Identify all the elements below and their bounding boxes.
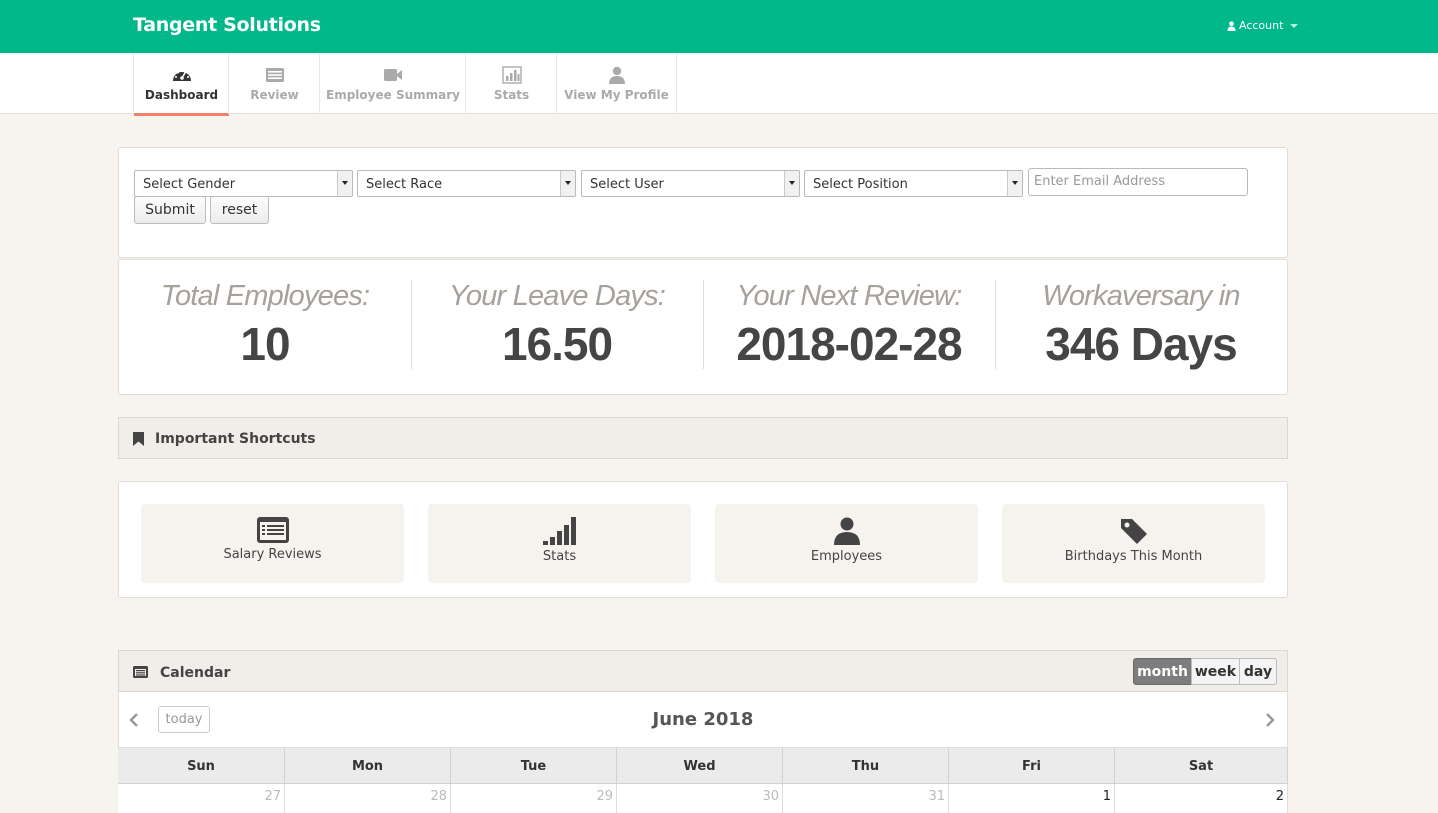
stat-label: Your Next Review: — [736, 280, 963, 312]
shortcuts-title: Important Shortcuts — [155, 431, 316, 447]
day-cell[interactable]: 30 — [617, 784, 783, 813]
shortcut-label: Stats — [542, 549, 577, 564]
chevron-right-icon[interactable] — [1265, 712, 1275, 728]
dropdown-arrow-icon — [337, 171, 352, 196]
weekday-header: Tue — [451, 748, 617, 784]
stat-value: 2018-02-28 — [736, 318, 962, 370]
caret-down-icon — [1290, 23, 1299, 28]
day-cell[interactable]: 1 — [949, 784, 1115, 813]
tab-label: View My Profile — [564, 88, 669, 102]
top-navbar: Tangent Solutions Account — [0, 0, 1438, 53]
calendar-grid: Sun Mon Tue Wed Thu Fri Sat 27 28 29 30 … — [118, 747, 1288, 813]
account-menu[interactable]: Account — [1227, 19, 1299, 32]
day-cell[interactable]: 27 — [118, 784, 285, 813]
calendar-list-icon — [133, 666, 148, 678]
shortcuts-header: Important Shortcuts — [118, 417, 1288, 459]
shortcut-label: Salary Reviews — [223, 547, 322, 562]
tag-icon — [1120, 519, 1147, 544]
user-icon — [833, 517, 860, 545]
gender-select[interactable]: Select Gender — [134, 170, 353, 197]
filter-panel: Select Gender Select Race Select User Se… — [118, 147, 1288, 258]
select-value: Select User — [590, 177, 664, 192]
stat-next-review: Your Next Review: 2018-02-28 — [703, 280, 995, 370]
dashboard-icon — [172, 69, 191, 81]
view-day-button[interactable]: day — [1239, 658, 1277, 685]
day-cell[interactable]: 29 — [451, 784, 617, 813]
day-cell[interactable]: 2 — [1115, 784, 1288, 813]
stat-value: 10 — [240, 318, 290, 370]
bookmark-icon — [133, 432, 144, 446]
shortcut-salary-reviews[interactable]: Salary Reviews — [141, 504, 404, 583]
select-value: Select Gender — [143, 177, 236, 192]
stat-label: Total Employees: — [160, 280, 370, 312]
race-select[interactable]: Select Race — [357, 170, 576, 197]
view-month-button[interactable]: month — [1133, 658, 1192, 685]
select-value: Select Race — [366, 177, 443, 192]
stat-workaversary: Workaversary in 346 Days — [995, 280, 1287, 370]
reset-button[interactable]: reset — [210, 196, 269, 224]
day-cell[interactable]: 31 — [783, 784, 949, 813]
stat-value: 346 Days — [1045, 318, 1238, 370]
stats-panel: Total Employees: 10 Your Leave Days: 16.… — [118, 259, 1288, 395]
brand-logo[interactable]: Tangent Solutions — [133, 14, 321, 36]
select-value: Select Position — [813, 177, 908, 192]
calendar-title: Calendar — [160, 665, 231, 681]
stat-value: 16.50 — [501, 318, 613, 370]
shortcuts-panel: Salary Reviews Stats Employees Birthdays… — [118, 481, 1288, 598]
tab-stats[interactable]: Stats — [465, 53, 557, 114]
email-placeholder: Enter Email Address — [1034, 174, 1165, 189]
tab-label: Review — [250, 88, 299, 102]
stat-leave-days: Your Leave Days: 16.50 — [411, 280, 703, 370]
stat-total-employees: Total Employees: 10 — [119, 280, 411, 370]
weekday-header: Sun — [118, 748, 285, 784]
tab-review[interactable]: Review — [228, 53, 320, 114]
calendar-toolbar: today June 2018 — [118, 692, 1288, 748]
list-icon — [265, 68, 284, 82]
month-title: June 2018 — [652, 709, 754, 730]
tab-view-my-profile[interactable]: View My Profile — [556, 53, 677, 114]
day-cell[interactable]: 28 — [285, 784, 451, 813]
dropdown-arrow-icon — [1007, 171, 1022, 196]
bar-chart-icon — [501, 66, 522, 84]
weekday-header: Sat — [1115, 748, 1288, 784]
stat-label: Workaversary in — [1042, 280, 1240, 312]
submit-button[interactable]: Submit — [134, 196, 206, 224]
shortcut-employees[interactable]: Employees — [715, 504, 978, 583]
stat-label: Your Leave Days: — [448, 280, 666, 312]
video-camera-icon — [384, 69, 402, 81]
main-nav: Dashboard Review Employee Summary Stats … — [0, 53, 1438, 116]
calendar-header: Calendar month week day — [118, 650, 1288, 692]
position-select[interactable]: Select Position — [804, 170, 1023, 197]
weekday-header: Thu — [783, 748, 949, 784]
signal-icon — [542, 517, 576, 545]
tab-label: Stats — [493, 88, 530, 102]
shortcut-label: Employees — [810, 549, 883, 564]
weekday-header: Wed — [617, 748, 783, 784]
tab-dashboard[interactable]: Dashboard — [133, 53, 229, 116]
dropdown-arrow-icon — [560, 171, 575, 196]
email-field[interactable]: Enter Email Address — [1028, 168, 1248, 196]
weekday-header: Mon — [285, 748, 451, 784]
tab-label: Dashboard — [144, 88, 219, 102]
shortcut-birthdays[interactable]: Birthdays This Month — [1002, 504, 1265, 583]
tab-employee-summary[interactable]: Employee Summary — [319, 53, 466, 114]
list-alt-icon — [256, 517, 289, 543]
account-label: Account — [1239, 19, 1284, 32]
dropdown-arrow-icon — [784, 171, 799, 196]
user-icon — [608, 66, 625, 84]
tab-label: Employee Summary — [326, 88, 460, 102]
shortcut-stats[interactable]: Stats — [428, 504, 691, 583]
weekday-header: Fri — [949, 748, 1115, 784]
user-icon — [1227, 20, 1236, 31]
shortcut-label: Birthdays This Month — [1064, 549, 1203, 564]
view-week-button[interactable]: week — [1191, 658, 1240, 685]
user-select[interactable]: Select User — [581, 170, 800, 197]
